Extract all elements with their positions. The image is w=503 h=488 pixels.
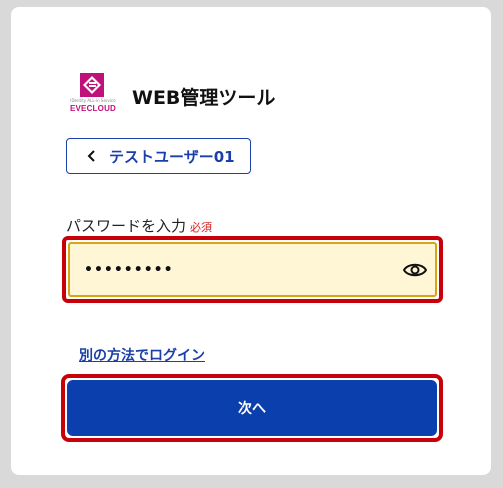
next-button-label: 次へ [238,401,266,417]
logo-tagline: IDentity ALL-in Service [70,98,116,103]
app-title: WEB管理ツール [132,87,276,109]
required-badge: 必須 [190,221,213,234]
eye-icon[interactable] [403,261,427,279]
alternative-login-link[interactable]: 別の方法でログイン [79,345,205,365]
account-name: テストユーザー01 [109,147,235,166]
back-to-account-button[interactable]: テストユーザー01 [66,138,251,174]
password-label: パスワードを入力 [66,217,187,235]
password-label-row: パスワードを入力 必須 [66,215,212,236]
logo-wordmark: EVECLOUD [69,104,117,113]
next-button-highlight: 次へ [61,374,443,442]
eve-logo-icon [80,73,104,97]
chevron-left-icon [87,150,95,162]
password-value: ••••••••• [84,261,174,278]
brand-logo: IDentity ALL-in Service EVECLOUD [66,73,120,119]
password-input[interactable]: ••••••••• [68,242,437,297]
next-button[interactable]: 次へ [67,380,437,436]
password-field-highlight: ••••••••• [62,236,443,303]
